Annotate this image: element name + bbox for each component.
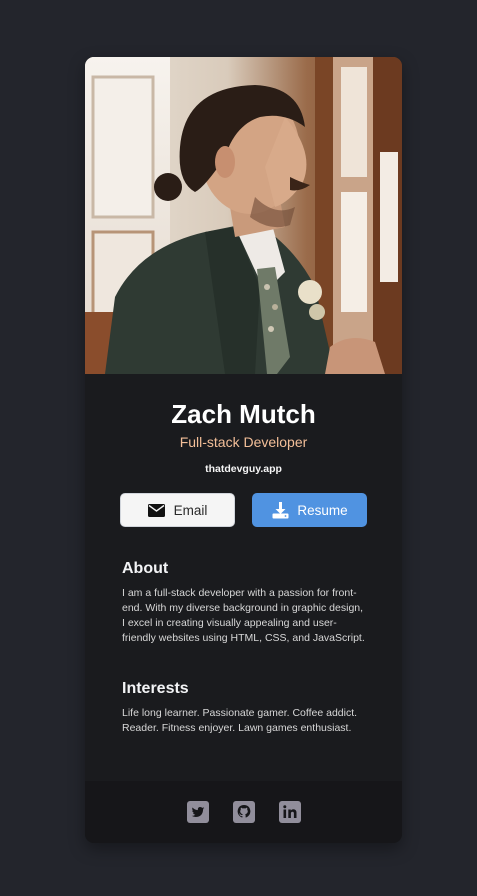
about-heading: About xyxy=(122,560,169,577)
github-icon[interactable] xyxy=(232,801,255,823)
twitter-icon[interactable] xyxy=(186,801,209,823)
email-button[interactable]: Email xyxy=(120,493,235,527)
social-footer xyxy=(85,781,402,843)
linkedin-icon[interactable] xyxy=(278,801,301,823)
profile-photo xyxy=(85,57,402,374)
interests-text: Life long learner. Passionate gamer. Cof… xyxy=(122,707,358,734)
download-icon xyxy=(271,501,289,519)
resume-button[interactable]: Resume xyxy=(252,493,367,527)
profile-name: Zach Mutch xyxy=(171,399,316,429)
resume-button-label: Resume xyxy=(297,502,348,518)
profile-card: Zach Mutch Full-stack Developer thatdevg… xyxy=(85,57,402,843)
profile-role: Full-stack Developer xyxy=(179,434,308,450)
about-text: I am a full-stack developer with a passi… xyxy=(122,587,365,644)
envelope-icon xyxy=(148,501,166,519)
website-link[interactable]: thatdevguy.app xyxy=(85,462,402,476)
interests-heading: Interests xyxy=(122,680,189,697)
email-button-label: Email xyxy=(173,502,208,518)
